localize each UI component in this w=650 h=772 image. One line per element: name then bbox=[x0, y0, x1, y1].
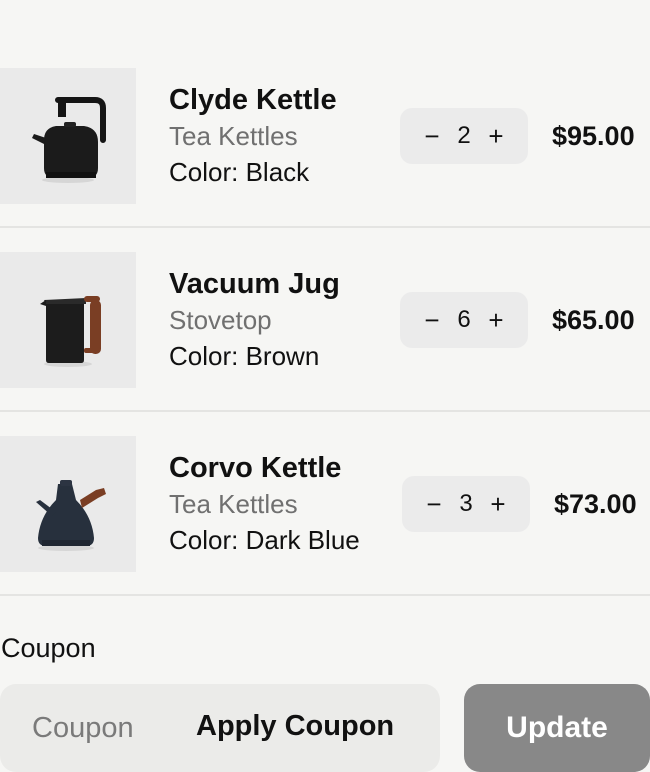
quantity-value: 2 bbox=[457, 122, 471, 149]
item-info: Corvo Kettle Tea Kettles Color: Dark Blu… bbox=[169, 450, 360, 558]
jug-icon bbox=[40, 296, 101, 367]
cart-item-row: Vacuum Jug Stovetop Color: Brown − 6 + $… bbox=[0, 252, 650, 388]
quantity-stepper: − 6 + bbox=[400, 292, 528, 348]
coupon-label: Coupon bbox=[1, 633, 96, 663]
quantity-value: 3 bbox=[459, 490, 473, 517]
decrease-quantity-button[interactable]: − bbox=[422, 476, 446, 532]
kettle-icon bbox=[32, 97, 106, 183]
product-color: Color: Dark Blue bbox=[169, 525, 360, 555]
item-price: $73.00 bbox=[554, 489, 637, 519]
increase-quantity-button[interactable]: + bbox=[484, 108, 508, 164]
divider bbox=[0, 226, 650, 228]
coupon-form: Apply Coupon bbox=[0, 684, 440, 772]
product-image[interactable] bbox=[0, 436, 136, 572]
product-image[interactable] bbox=[0, 252, 136, 388]
item-info: Clyde Kettle Tea Kettles Color: Black bbox=[169, 82, 337, 190]
quantity-stepper: − 2 + bbox=[400, 108, 528, 164]
product-color: Color: Black bbox=[169, 157, 310, 187]
quantity-value: 6 bbox=[457, 306, 471, 333]
product-color: Color: Brown bbox=[169, 341, 320, 371]
increase-quantity-button[interactable]: + bbox=[486, 476, 510, 532]
product-name[interactable]: Corvo Kettle bbox=[169, 450, 360, 486]
apply-coupon-button[interactable]: Apply Coupon bbox=[196, 706, 394, 746]
product-name[interactable]: Clyde Kettle bbox=[169, 82, 337, 118]
decrease-quantity-button[interactable]: − bbox=[420, 108, 444, 164]
divider bbox=[0, 410, 650, 412]
divider bbox=[0, 594, 650, 596]
quantity-stepper: − 3 + bbox=[402, 476, 530, 532]
cart-item-row: Clyde Kettle Tea Kettles Color: Black − … bbox=[0, 68, 650, 204]
decrease-quantity-button[interactable]: − bbox=[420, 292, 444, 348]
product-name[interactable]: Vacuum Jug bbox=[169, 266, 340, 302]
kettle-icon bbox=[36, 480, 106, 551]
product-category: Stovetop bbox=[169, 305, 272, 335]
item-price: $65.00 bbox=[552, 305, 635, 335]
item-price: $95.00 bbox=[552, 121, 635, 151]
update-cart-button[interactable]: Update bbox=[464, 684, 650, 772]
coupon-input[interactable] bbox=[20, 700, 182, 756]
product-category: Tea Kettles bbox=[169, 121, 298, 151]
product-category: Tea Kettles bbox=[169, 489, 298, 519]
increase-quantity-button[interactable]: + bbox=[484, 292, 508, 348]
item-info: Vacuum Jug Stovetop Color: Brown bbox=[169, 266, 340, 374]
cart-item-row: Corvo Kettle Tea Kettles Color: Dark Blu… bbox=[0, 436, 650, 572]
product-image[interactable] bbox=[0, 68, 136, 204]
cart-page: Clyde Kettle Tea Kettles Color: Black − … bbox=[0, 0, 650, 772]
